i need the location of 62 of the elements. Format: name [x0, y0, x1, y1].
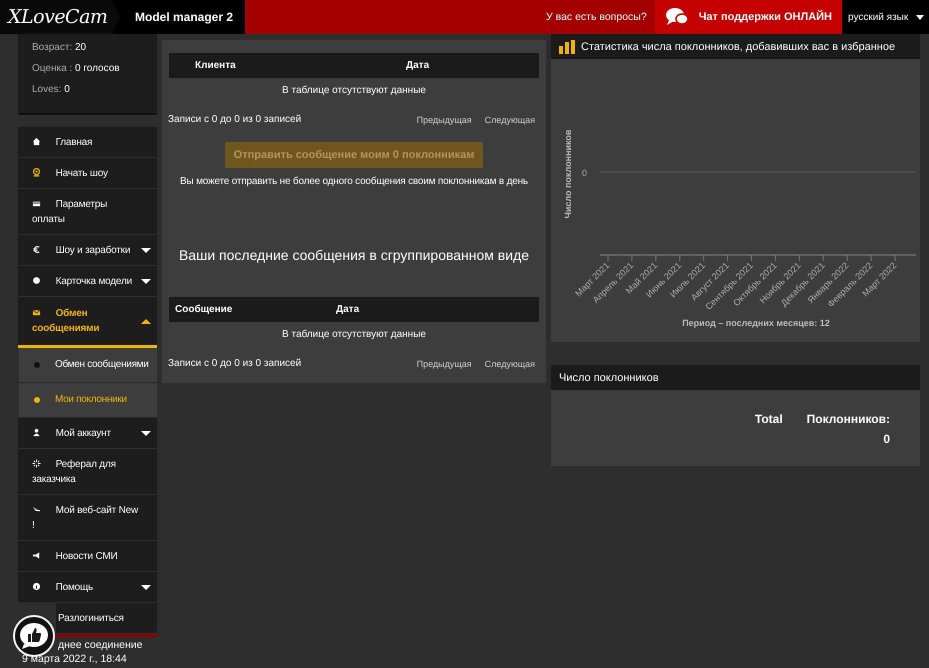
column-header: Дата	[406, 60, 430, 71]
profile-value: 20	[74, 42, 86, 53]
envelope-icon	[32, 308, 41, 317]
logo[interactable]: XLoveCam	[8, 6, 108, 28]
records-info: Записи с 0 до 0 из 0 записей	[168, 358, 302, 369]
previous-link[interactable]: Предыдущая	[416, 358, 472, 368]
empty-table-message: В таблице отсутствуют данные	[281, 328, 427, 342]
total-label: Total	[754, 412, 783, 426]
column-header: Клиента	[195, 60, 237, 71]
home-icon	[32, 137, 41, 146]
fans-count: 0	[882, 432, 890, 446]
menu-item[interactable]: Параметры оплаты	[18, 189, 157, 235]
menu-item[interactable]: Мой веб-сайт New !	[18, 495, 157, 541]
column-header: Сообщение	[175, 304, 234, 315]
user-icon	[32, 428, 41, 437]
section-heading: Ваши последние сообщения в сгруппированном виде	[178, 247, 530, 263]
bar-chart-icon	[559, 40, 576, 54]
profile-label: Loves:	[32, 84, 62, 95]
menu-item[interactable]: Карточка модели	[18, 266, 157, 297]
support-chat-button[interactable]: Чат поддержки ОНЛАЙН	[654, 0, 842, 34]
last-connection-date: 9 марта 2022 г., 18:44	[22, 653, 128, 666]
empty-table-message: В таблице отсутствуют данные	[281, 84, 427, 98]
menu-item[interactable]: Разлогиниться	[56, 603, 157, 634]
sparkle-icon	[32, 459, 41, 468]
submenu-item[interactable]: Обмен сообщениями	[19, 348, 157, 383]
profile-label: Возраст:	[32, 42, 72, 53]
profile-value: 0 голосов	[74, 63, 120, 74]
send-limit-note: Вы можете отправить не более одного сообщения своим поклонникам в день	[179, 176, 529, 187]
megaphone-icon	[32, 551, 41, 560]
currency-icon	[32, 245, 41, 254]
app-title: Model manager 2	[135, 10, 234, 24]
profile-label: Оценка :	[32, 63, 72, 74]
language-dropdown[interactable]: русский язык	[842, 0, 929, 34]
next-link[interactable]: Следующая	[484, 358, 535, 368]
webcam-icon	[32, 168, 41, 177]
previous-link[interactable]: Предыдущая	[416, 114, 472, 124]
menu-item[interactable]: Обмен сообщениями	[18, 297, 157, 348]
records-info: Записи с 0 до 0 из 0 записей	[168, 114, 302, 125]
dot-icon	[32, 276, 41, 285]
next-link[interactable]: Следующая	[484, 114, 535, 124]
card-icon	[32, 199, 41, 208]
last-connection-label: днее соединение	[57, 639, 144, 652]
column-header: Дата	[336, 304, 360, 315]
fans-label: Поклонников:	[806, 412, 890, 426]
menu-item[interactable]: Реферал для заказчика	[18, 449, 157, 495]
profile-value: 0	[64, 84, 70, 95]
question-text: У вас есть вопросы?	[546, 11, 647, 23]
y-axis-title: Число поклонников	[563, 130, 573, 218]
panel-title: Статистика числа поклонников, добавивших вас в избранное	[581, 40, 896, 52]
chat-icon	[664, 7, 689, 27]
menu-item[interactable]: Мой аккаунт	[18, 418, 157, 449]
y-tick-label: 0	[582, 168, 587, 178]
menu-item[interactable]: Новости СМИ	[18, 541, 157, 572]
menu-item[interactable]: Начать шоу	[18, 158, 157, 189]
x-axis-title: Период – последних месяцев: 12	[682, 318, 830, 328]
submenu-item[interactable]: Мои поклонники	[19, 383, 157, 418]
menu-item[interactable]: Шоу и заработки	[18, 235, 157, 266]
thumbs-up-icon	[19, 622, 49, 650]
info-icon	[32, 582, 41, 591]
menu-item[interactable]: Помощь	[18, 572, 157, 603]
menu-item[interactable]: Главная	[18, 127, 157, 158]
panel-title: Число поклонников	[559, 372, 659, 384]
